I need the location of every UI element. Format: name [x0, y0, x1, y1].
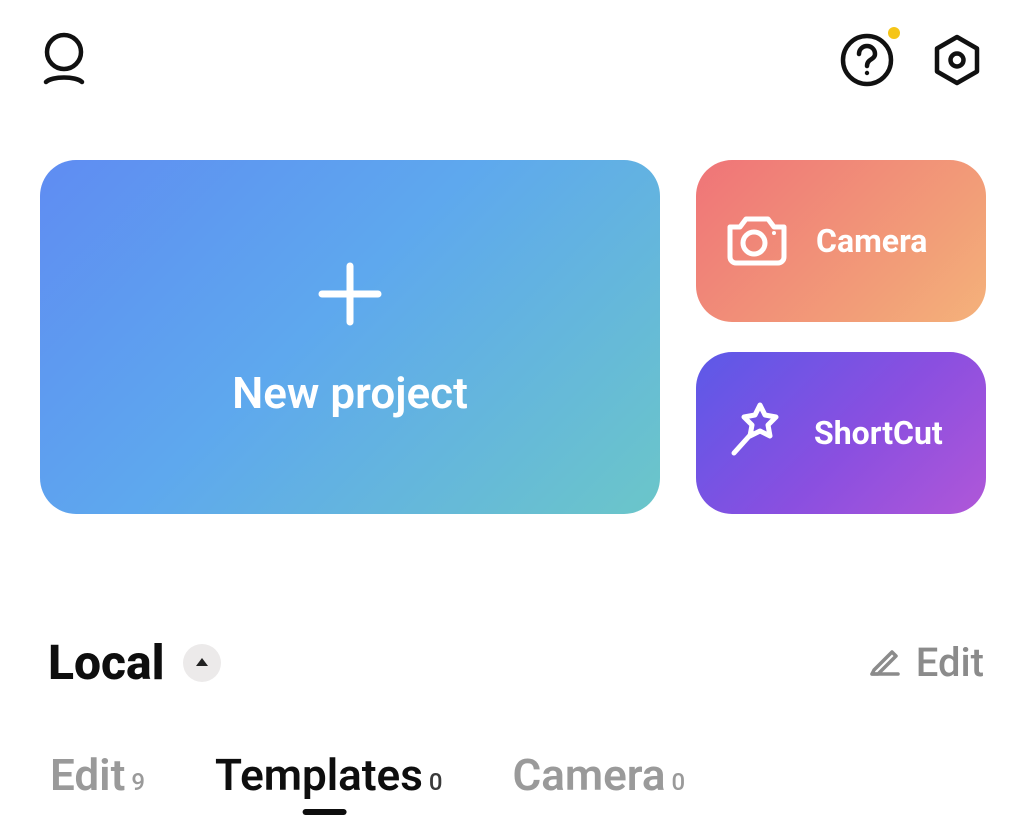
new-project-label: New project [232, 367, 468, 419]
plus-icon [314, 255, 386, 345]
top-right [840, 33, 984, 91]
tab-count: 0 [429, 768, 443, 796]
edit-button[interactable]: Edit [868, 639, 984, 686]
settings-hex-icon [930, 72, 984, 91]
section-title: Local [48, 634, 165, 691]
tab-templates[interactable]: Templates 0 [215, 749, 442, 801]
section-title-wrap: Local [48, 634, 221, 691]
camera-label: Camera [816, 222, 927, 260]
shortcut-card[interactable]: ShortCut [696, 352, 986, 514]
top-bar [0, 0, 1024, 100]
section-header: Local Edit [48, 634, 984, 691]
collapse-button[interactable] [183, 644, 221, 682]
top-left [40, 32, 88, 92]
tabs: Edit 9 Templates 0 Camera 0 [48, 691, 984, 801]
camera-card[interactable]: Camera [696, 160, 986, 322]
profile-button[interactable] [40, 32, 88, 92]
notification-dot-icon [888, 27, 900, 39]
chevron-up-icon [194, 653, 210, 672]
local-section: Local Edit Edit 9 Templates 0 [0, 514, 1024, 801]
help-icon [840, 72, 894, 91]
shortcut-label: ShortCut [814, 414, 943, 452]
pencil-icon [868, 639, 902, 686]
settings-button[interactable] [930, 33, 984, 91]
tab-label: Camera [513, 749, 666, 801]
tab-count: 9 [131, 768, 145, 796]
side-cards: Camera ShortCut [696, 160, 986, 514]
profile-icon [40, 73, 88, 92]
tab-label: Edit [50, 749, 125, 801]
tab-camera[interactable]: Camera 0 [513, 749, 686, 801]
edit-label: Edit [916, 639, 984, 686]
tab-edit[interactable]: Edit 9 [50, 749, 145, 801]
magic-wand-icon [724, 399, 788, 467]
camera-icon [724, 211, 790, 271]
cards-row: New project Camera ShortCut [0, 100, 1024, 514]
tab-label: Templates [215, 749, 423, 801]
new-project-card[interactable]: New project [40, 160, 660, 514]
help-button[interactable] [840, 33, 894, 91]
tab-count: 0 [672, 768, 686, 796]
